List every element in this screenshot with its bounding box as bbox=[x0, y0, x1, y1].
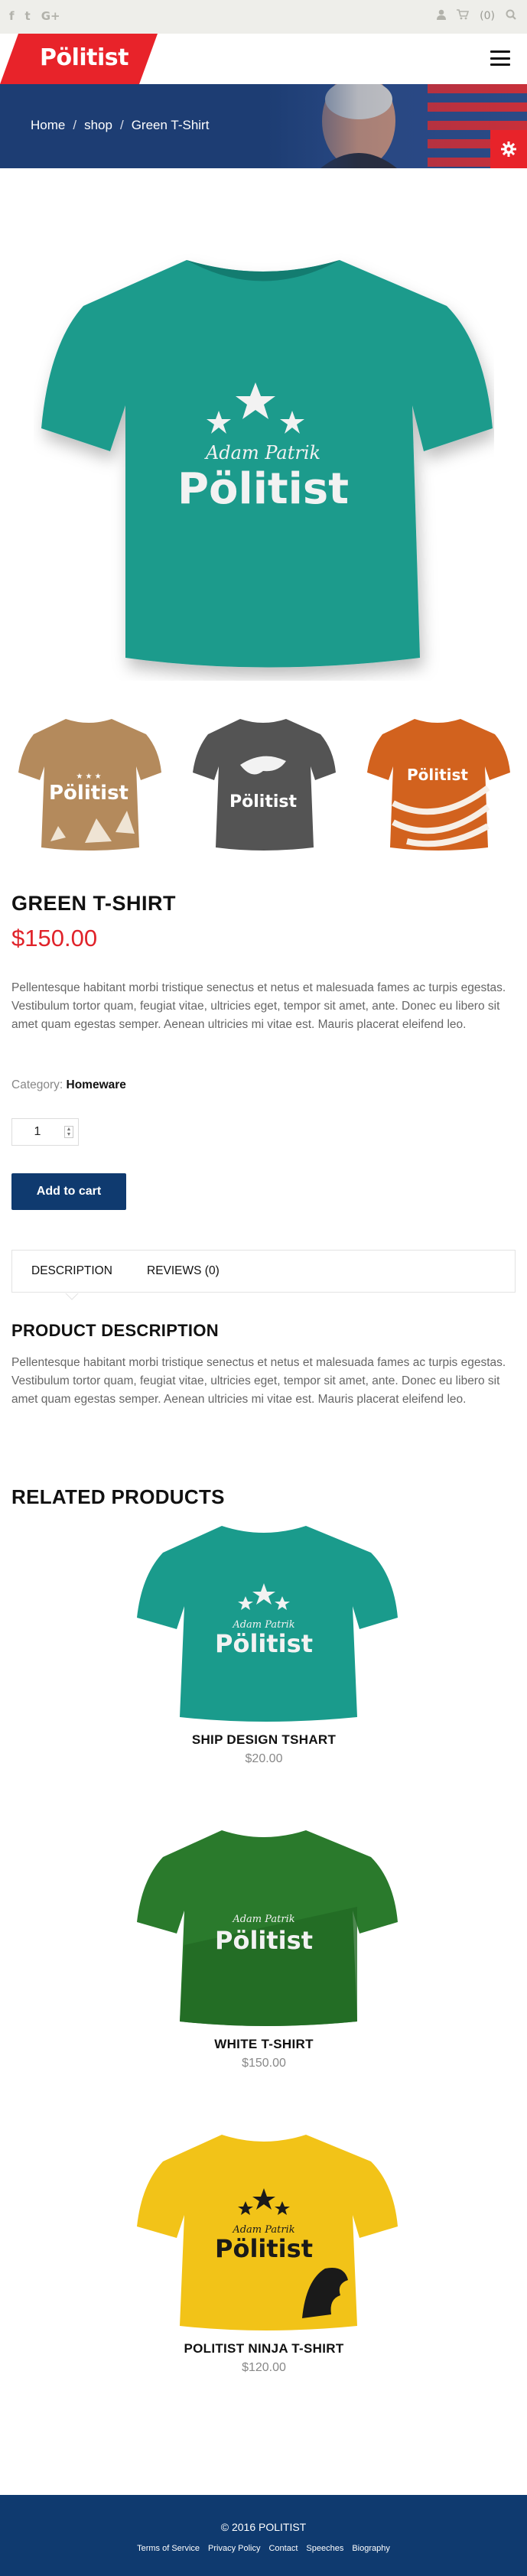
twitter-icon[interactable]: t bbox=[25, 9, 31, 23]
breadcrumb: Home / shop / Green T-Shirt bbox=[31, 118, 209, 133]
category-label: Category: bbox=[11, 1078, 63, 1091]
footer-links: Terms of Service Privacy Policy Contact … bbox=[0, 2544, 527, 2553]
search-icon[interactable] bbox=[506, 9, 516, 23]
shirt-print-top: Adam Patrik bbox=[204, 442, 320, 463]
product-main-image[interactable]: Adam Patrik Pölitist bbox=[34, 229, 494, 681]
site-header: Pölitist bbox=[0, 34, 527, 84]
related-print-logo: Pölitist bbox=[215, 1926, 313, 1955]
thumbnail-tan[interactable]: ★ ★ ★ Pölitist bbox=[12, 711, 165, 857]
related-product-price: $120.00 bbox=[242, 2361, 286, 2374]
footer-copyright: © 2016 POLITIST bbox=[220, 2521, 307, 2533]
breadcrumb-separator: / bbox=[119, 118, 124, 132]
breadcrumb-current: Green T-Shirt bbox=[131, 118, 210, 132]
related-product-image[interactable]: Adam Patrik Pölitist bbox=[126, 1823, 402, 2029]
thumbnail-print: Pölitist bbox=[229, 792, 297, 812]
quantity-spin-icon[interactable]: ▲ ▼ bbox=[64, 1126, 73, 1138]
related-product-price: $150.00 bbox=[242, 2057, 286, 2070]
related-print-top: Adam Patrik bbox=[232, 1914, 294, 1925]
thumbnail-print: Pölitist bbox=[407, 766, 468, 784]
menu-icon[interactable] bbox=[490, 50, 510, 66]
product-category: Category: Homeware bbox=[11, 1078, 126, 1092]
product-short-description: Pellentesque habitant morbi tristique se… bbox=[11, 981, 506, 1031]
thumbnail-print: Pölitist bbox=[49, 782, 128, 805]
svg-text:★ ★ ★: ★ ★ ★ bbox=[76, 772, 101, 781]
related-product-name[interactable]: POLITIST NINJA T-SHIRT bbox=[115, 2341, 413, 2356]
related-product-image[interactable]: Adam Patrik Pölitist bbox=[126, 1518, 402, 1725]
product-title: GREEN T-SHIRT bbox=[11, 892, 177, 915]
cart-count[interactable]: (0) bbox=[480, 10, 495, 22]
user-icon[interactable] bbox=[437, 9, 447, 23]
site-logo[interactable]: Pölitist bbox=[40, 44, 129, 71]
related-product-price: $20.00 bbox=[245, 1752, 283, 1765]
related-product: Adam Patrik Pölitist SHIP DESIGN TSHART … bbox=[115, 1518, 413, 1766]
tab-reviews[interactable]: REVIEWS (0) bbox=[147, 1264, 220, 1278]
facebook-icon[interactable]: f bbox=[9, 9, 15, 23]
google-plus-icon[interactable]: G+ bbox=[41, 9, 60, 23]
footer-link-biography[interactable]: Biography bbox=[352, 2544, 390, 2553]
category-link[interactable]: Homeware bbox=[67, 1078, 126, 1091]
description-heading: PRODUCT DESCRIPTION bbox=[11, 1321, 219, 1340]
banner-photo bbox=[267, 84, 527, 168]
breadcrumb-shop[interactable]: shop bbox=[84, 118, 112, 133]
product-thumbnails: ★ ★ ★ Pölitist Pölitist Pölitist bbox=[0, 711, 527, 857]
footer-link-terms[interactable]: Terms of Service bbox=[137, 2544, 200, 2553]
thumbnail-orange[interactable]: Pölitist bbox=[361, 711, 514, 857]
related-print-logo: Pölitist bbox=[215, 2234, 313, 2263]
quantity-stepper[interactable]: ▲▼ bbox=[11, 1118, 79, 1146]
tab-description[interactable]: DESCRIPTION bbox=[31, 1264, 112, 1278]
active-tab-indicator bbox=[65, 1293, 79, 1300]
related-product: Adam Patrik Pölitist POLITIST NINJA T-SH… bbox=[115, 2127, 413, 2375]
related-product-image[interactable]: Adam Patrik Pölitist bbox=[126, 2127, 402, 2334]
top-bar-actions: (0) bbox=[437, 9, 516, 23]
related-product-name[interactable]: WHITE T-SHIRT bbox=[115, 2037, 413, 2052]
breadcrumb-home[interactable]: Home bbox=[31, 118, 65, 133]
quantity-input[interactable] bbox=[12, 1119, 63, 1145]
social-links: f t G+ bbox=[9, 9, 60, 23]
footer-link-speeches[interactable]: Speeches bbox=[306, 2544, 343, 2553]
product-tabs: DESCRIPTION REVIEWS (0) bbox=[11, 1250, 516, 1300]
site-footer: © 2016 POLITIST Terms of Service Privacy… bbox=[0, 2495, 527, 2576]
related-product: Adam Patrik Pölitist WHITE T-SHIRT $150.… bbox=[115, 1823, 413, 2070]
settings-button[interactable] bbox=[490, 130, 527, 168]
description-text: Pellentesque habitant morbi tristique se… bbox=[11, 1356, 506, 1406]
footer-link-contact[interactable]: Contact bbox=[268, 2544, 298, 2553]
footer-link-privacy[interactable]: Privacy Policy bbox=[208, 2544, 260, 2553]
gear-icon bbox=[501, 141, 516, 157]
related-product-name[interactable]: SHIP DESIGN TSHART bbox=[115, 1732, 413, 1748]
thumbnail-gray[interactable]: Pölitist bbox=[187, 711, 340, 857]
top-bar: f t G+ (0) bbox=[0, 0, 527, 34]
cart-icon[interactable] bbox=[457, 9, 470, 23]
breadcrumb-separator: / bbox=[73, 118, 77, 132]
product-price: $150.00 bbox=[11, 925, 98, 951]
page-banner: Home / shop / Green T-Shirt bbox=[0, 84, 527, 168]
related-products-heading: RELATED PRODUCTS bbox=[11, 1485, 225, 1508]
add-to-cart-button[interactable]: Add to cart bbox=[11, 1173, 126, 1210]
shirt-print-logo: Pölitist bbox=[177, 464, 349, 514]
related-print-logo: Pölitist bbox=[215, 1629, 313, 1658]
